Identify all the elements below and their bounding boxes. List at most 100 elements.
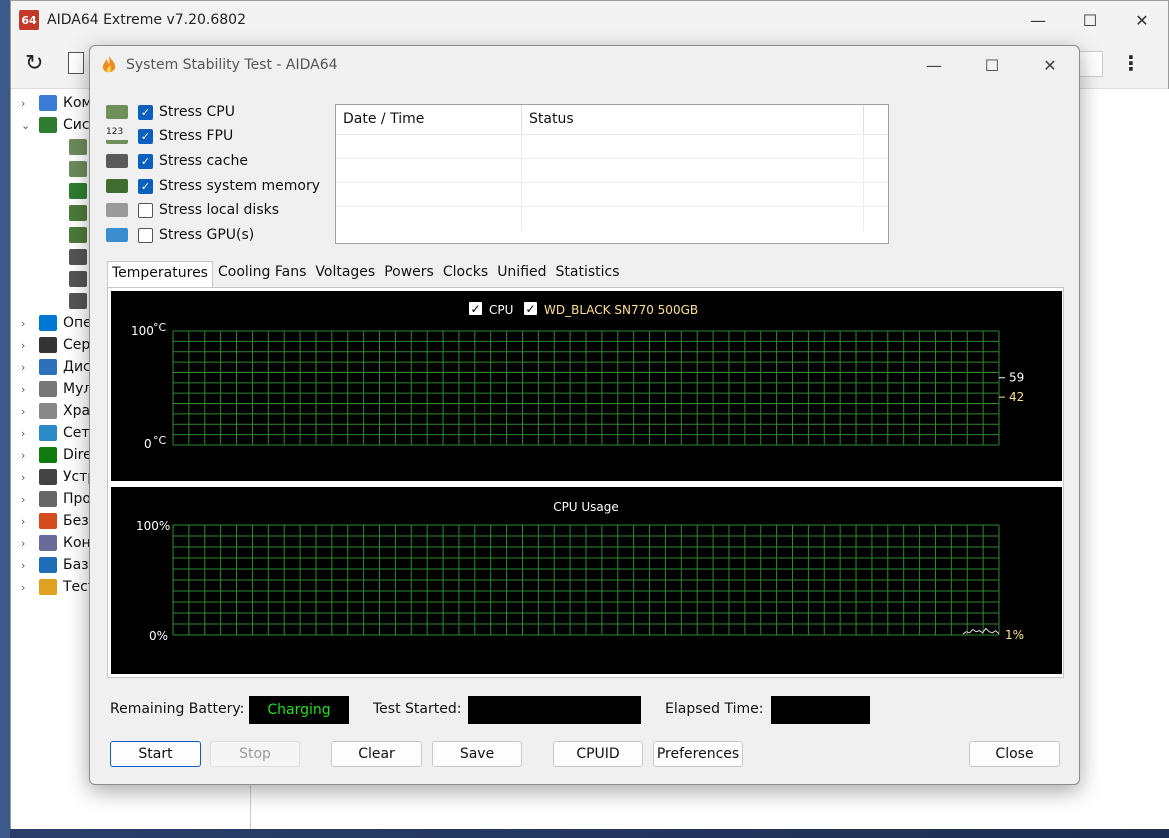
dialog-maximize-button[interactable]: ☐	[963, 46, 1021, 84]
stop-button[interactable]: Stop	[210, 741, 300, 767]
tree-item[interactable]: › Мул	[21, 378, 92, 400]
stress-checkbox[interactable]: ✓	[138, 178, 153, 194]
graph-tabs: Temperatures Cooling Fans Voltages Power…	[107, 261, 625, 287]
search-input[interactable]	[1079, 51, 1103, 77]
gpu-monitor-icon	[106, 228, 128, 242]
tree-item-icon	[39, 403, 57, 419]
dialog-minimize-button[interactable]: —	[905, 46, 963, 84]
stress-option[interactable]: ✓ Stress cache	[106, 151, 248, 171]
expand-arrow-icon[interactable]: ›	[21, 317, 35, 330]
tab-voltages[interactable]: Voltages	[311, 261, 379, 287]
expand-arrow-icon[interactable]: ›	[21, 449, 35, 462]
tab-clocks[interactable]: Clocks	[439, 261, 492, 287]
tree-item[interactable]: › Хран	[21, 400, 99, 422]
tree-item[interactable]: › Серı	[21, 334, 94, 356]
expand-arrow-icon[interactable]: ›	[21, 427, 35, 440]
tree-item[interactable]: › База	[21, 554, 97, 576]
stress-option[interactable]: 123 ✓ Stress FPU	[106, 126, 233, 146]
report-icon[interactable]	[68, 52, 84, 74]
tree-item[interactable]: › Безо	[21, 510, 97, 532]
expand-arrow-icon[interactable]: ›	[21, 383, 35, 396]
stress-checkbox[interactable]	[138, 202, 153, 218]
tree-item[interactable]: › Про	[21, 488, 91, 510]
tree-item-icon	[69, 249, 87, 265]
tree-item-icon	[39, 315, 57, 331]
tree-item[interactable]: › Кон	[21, 532, 91, 554]
tree-item[interactable]: › Ком	[21, 92, 92, 114]
tab-statistics[interactable]: Statistics	[552, 261, 624, 287]
tree-item-icon	[39, 425, 57, 441]
stress-checkbox[interactable]	[138, 227, 153, 243]
expand-arrow-icon[interactable]: ›	[21, 515, 35, 528]
tree-item[interactable]: › Сеть	[21, 422, 98, 444]
main-maximize-button[interactable]: ☐	[1064, 1, 1116, 39]
y-axis-max-label: 100%	[136, 519, 170, 533]
cpu-usage-chart: CPU Usage 100% 0% 1%	[136, 500, 1024, 643]
save-button[interactable]: Save	[432, 741, 522, 767]
tree-item[interactable]: › Опе	[21, 312, 92, 334]
tree-item[interactable]: › Устр	[21, 466, 96, 488]
expand-arrow-icon[interactable]: ›	[21, 471, 35, 484]
close-button[interactable]: Close	[969, 741, 1060, 767]
tab-powers[interactable]: Powers	[380, 261, 438, 287]
cpuid-button[interactable]: CPUID	[553, 741, 643, 767]
refresh-icon[interactable]: ↻	[25, 51, 43, 76]
main-titlebar[interactable]: 64 AIDA64 Extreme v7.20.6802	[11, 1, 1168, 39]
expand-arrow-icon[interactable]: ›	[21, 405, 35, 418]
stress-option[interactable]: ✓ Stress CPU	[106, 102, 235, 122]
table-row	[336, 183, 888, 207]
expand-arrow-icon[interactable]: ›	[21, 559, 35, 572]
expand-arrow-icon[interactable]: ›	[21, 493, 35, 506]
clear-button[interactable]: Clear	[331, 741, 422, 767]
dialog-close-button[interactable]: ✕	[1021, 46, 1079, 84]
expand-arrow-icon[interactable]: ›	[21, 361, 35, 374]
main-window-title: AIDA64 Extreme v7.20.6802	[47, 12, 247, 28]
legend-label: WD_BLACK SN770 500GB	[544, 303, 698, 317]
tree-item-icon	[39, 337, 57, 353]
stress-checkbox[interactable]: ✓	[138, 128, 153, 144]
y-axis-unit-label: °C	[153, 434, 167, 447]
stress-option[interactable]: Stress local disks	[106, 200, 279, 220]
expand-arrow-icon[interactable]: ›	[21, 339, 35, 352]
tree-item-icon	[69, 161, 87, 177]
temperature-readout: 42	[1009, 390, 1024, 404]
column-header-status[interactable]: Status	[522, 105, 864, 134]
cpu-usage-line	[962, 627, 1000, 635]
tree-item-icon	[39, 469, 57, 485]
test-started-value	[468, 696, 641, 724]
stability-test-dialog: System Stability Test - AIDA64 — ☐ ✕ ✓ St…	[89, 45, 1080, 785]
stress-option[interactable]: ✓ Stress system memory	[106, 176, 320, 196]
dialog-title: System Stability Test - AIDA64	[126, 57, 338, 73]
stress-checkbox[interactable]: ✓	[138, 104, 153, 120]
more-menu-icon[interactable]: ⋮	[1121, 51, 1141, 75]
expand-arrow-icon[interactable]: ›	[21, 97, 35, 110]
preferences-button[interactable]: Preferences	[653, 741, 743, 767]
table-row	[336, 135, 888, 159]
main-close-button[interactable]: ✕	[1116, 1, 1168, 39]
expand-arrow-icon[interactable]: ›	[21, 537, 35, 550]
tree-item-label: Кон	[63, 535, 91, 551]
expand-arrow-icon[interactable]: ›	[21, 581, 35, 594]
tree-item-icon	[69, 139, 87, 155]
tree-item[interactable]: › Тест	[21, 576, 96, 598]
tab-unified[interactable]: Unified	[493, 261, 550, 287]
expand-arrow-icon[interactable]: ⌄	[21, 119, 35, 132]
tree-item-icon	[39, 513, 57, 529]
chart-grid	[172, 524, 1000, 636]
tree-item[interactable]: ⌄ Сист	[21, 114, 98, 136]
stress-checkbox[interactable]: ✓	[138, 153, 153, 169]
main-minimize-button[interactable]: —	[1012, 1, 1064, 39]
tab-cooling-fans[interactable]: Cooling Fans	[214, 261, 310, 287]
tree-item-icon	[69, 271, 87, 287]
start-button[interactable]: Start	[110, 741, 201, 767]
tab-temperatures[interactable]: Temperatures	[107, 261, 213, 287]
tree-item-icon	[39, 117, 57, 133]
tree-item-icon	[39, 447, 57, 463]
usage-graph-title: CPU Usage	[553, 500, 619, 514]
stress-option[interactable]: Stress GPU(s)	[106, 225, 254, 245]
column-header-date-time[interactable]: Date / Time	[336, 105, 522, 134]
y-axis-max-label: 100	[131, 324, 154, 338]
tree-item-icon	[39, 381, 57, 397]
stress-option-label: Stress GPU(s)	[159, 227, 255, 243]
tree-item[interactable]: › Dire	[21, 444, 92, 466]
